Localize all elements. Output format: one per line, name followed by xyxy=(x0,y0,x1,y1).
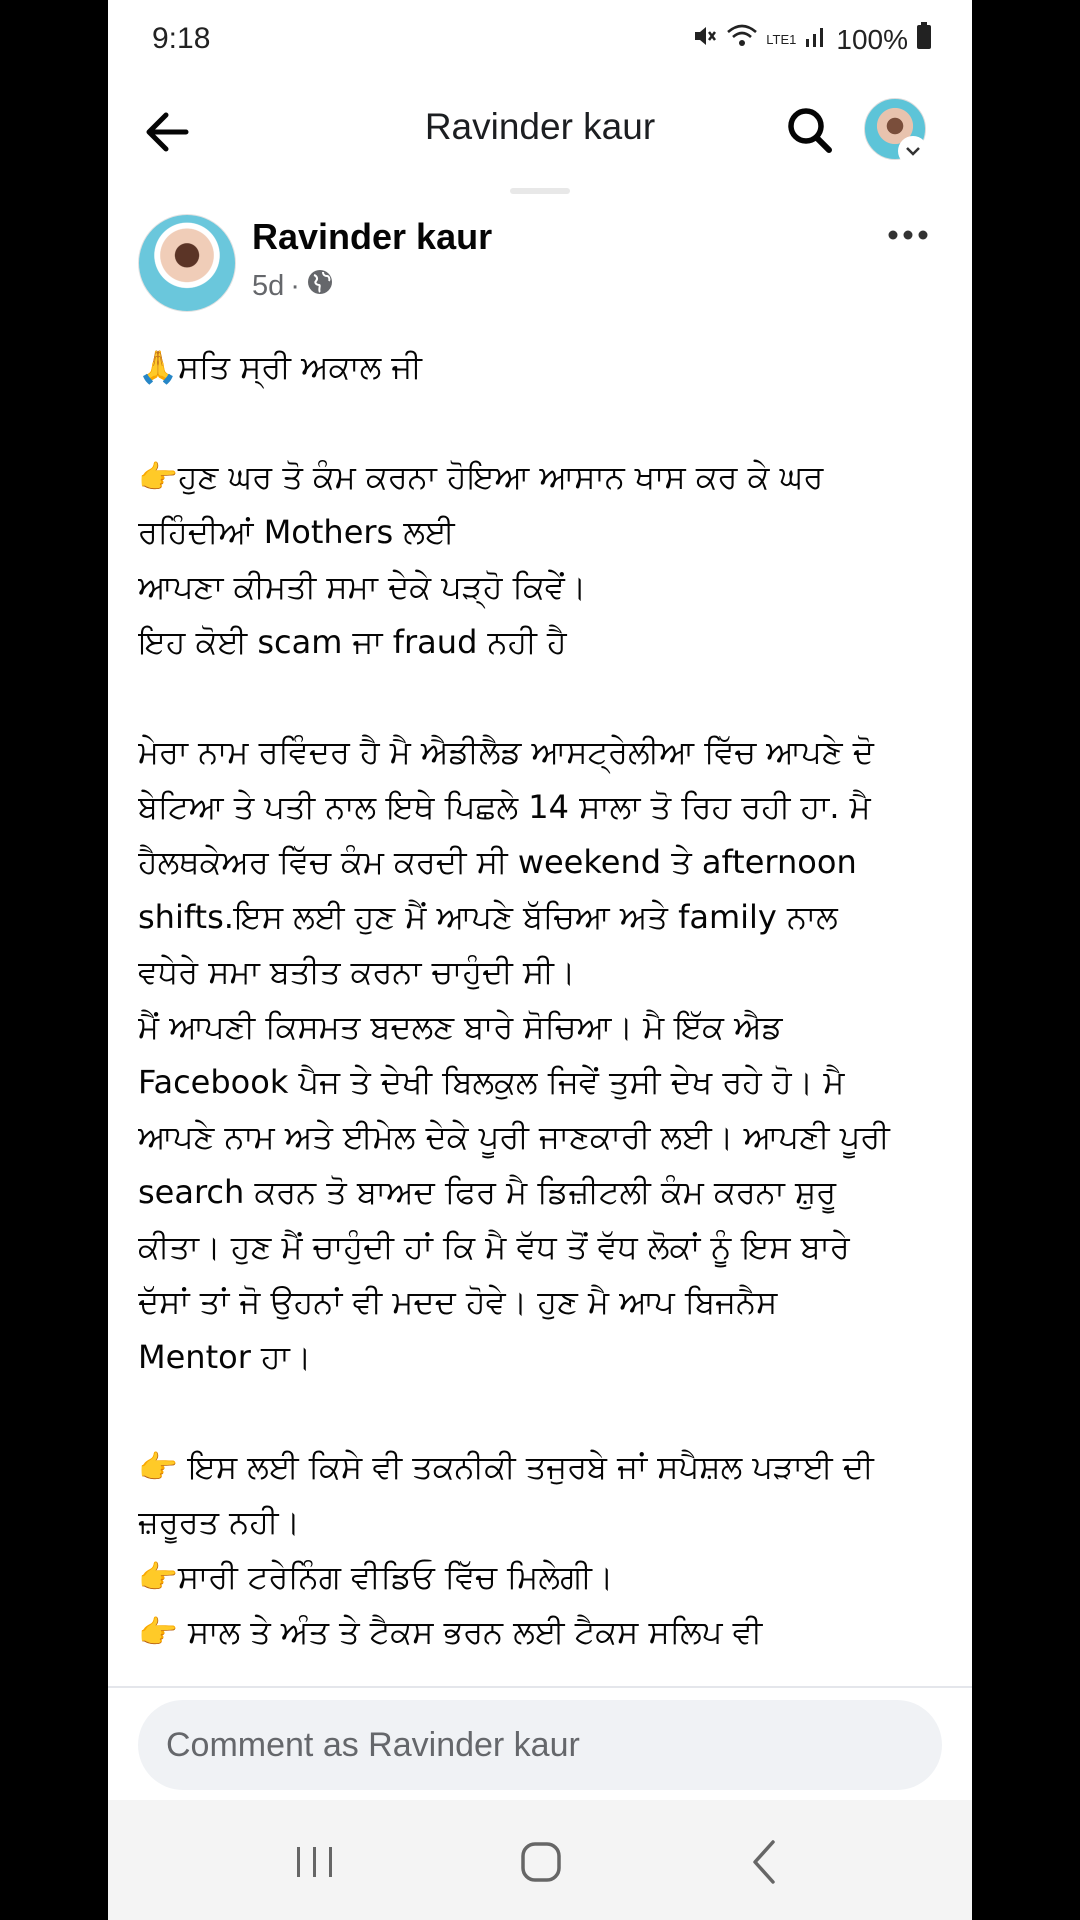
search-icon[interactable] xyxy=(782,100,838,160)
post-line: ਬੇਟਿਆ ਤੇ ਪਤੀ ਨਾਲ ਇਥੇ ਪਿਛਲੇ 14 ਸਾਲਾ ਤੋ ਰਿ… xyxy=(138,788,871,826)
post-line: shifts.ਇਸ ਲਈ ਹੁਣ ਮੈਂ ਆਪਣੇ ਬੱਚਿਆ ਅਤੇ fami… xyxy=(138,898,838,936)
post-line: 🙏ਸਤਿ ਸ੍ਰੀ ਅਕਾਲ ਜੀ xyxy=(138,348,422,386)
lte-label: LTE1 xyxy=(766,32,797,47)
chevron-down-icon[interactable] xyxy=(898,136,928,166)
post-line: ਮੈਂ ਆਪਣੀ ਕਿਸਮਤ ਬਦਲਣ ਬਾਰੇ ਸੋਚਿਆ। ਮੈ ਇੱਕ ਐ… xyxy=(138,1008,783,1046)
post-text: 🙏ਸਤਿ ਸ੍ਰੀ ਅਕਾਲ ਜੀ 👉ਹੁਣ ਘਰ ਤੋ ਕੰਮ ਕਰਨਾ ਹੋਇ… xyxy=(138,340,958,1685)
post-line: 👉ਸਾਰੀ ਟਰੇਨਿੰਗ ਵੀਡਿਓ ਵਿੱਚ ਮਿਲੇਗੀ। xyxy=(138,1558,614,1596)
post-line: ਮੇਰਾ ਨਾਮ ਰਵਿੰਦਰ ਹੈ ਮੈ ਐਡੀਲੈਡ ਆਸਟ੍ਰੇਲੀਆ ਵ… xyxy=(138,733,874,771)
divider xyxy=(108,1686,972,1688)
post-line: ਇਹ ਕੋਈ scam ਜਾ fraud ਨਹੀ ਹੈ xyxy=(138,623,567,661)
post-line: ਰਹਿੰਦੀਆਂ Mothers ਲਈ xyxy=(138,513,455,551)
post-line: 👉ਹੁਣ ਘਰ ਤੋ ਕੰਮ ਕਰਨਾ ਹੋਇਆ ਆਸਾਨ ਖਾਸ ਕਰ ਕੇ … xyxy=(138,458,824,496)
post-line: 👉 ਸਾਲ ਤੇ ਅੰਤ ਤੇ ਟੈਕਸ ਭਰਨ ਲਈ ਟੈਕਸ ਸਲਿਪ ਵੀ xyxy=(138,1613,763,1651)
page-title: Ravinder kaur xyxy=(424,106,656,147)
globe-icon xyxy=(306,268,334,304)
post-line: ਆਪਣਾ ਕੀਮਤੀ ਸਮਾ ਦੇਕੇ ਪੜ੍ਹੋ ਕਿਵੇਂ। xyxy=(138,568,587,606)
recent-apps-icon[interactable] xyxy=(280,1826,350,1896)
post-line: Facebook ਪੈਜ ਤੇ ਦੇਖੀ ਬਿਲਕੁਲ ਜਿਵੇਂ ਤੁਸੀ ਦ… xyxy=(138,1063,845,1101)
meta-separator: · xyxy=(290,269,300,302)
post-line: ਜ਼ਰੂਰਤ ਨਹੀ। xyxy=(138,1503,301,1541)
author-name[interactable]: Ravinder kaur xyxy=(252,216,492,258)
signal-icon xyxy=(804,23,828,56)
post-line: search ਕਰਨ ਤੋ ਬਾਅਦ ਫਿਰ ਮੈ ਡਿਜ਼ੀਟਲੀ ਕੰਮ ਕ… xyxy=(138,1173,837,1211)
comment-input[interactable] xyxy=(138,1700,942,1790)
more-options-icon[interactable] xyxy=(886,210,930,255)
post-line: 👉 ਇਸ ਲਈ ਕਿਸੇ ਵੀ ਤਕਨੀਕੀ ਤਜੁਰਬੇ ਜਾਂ ਸਪੈਸ਼ਲ… xyxy=(138,1448,874,1486)
wifi-icon xyxy=(726,23,758,56)
battery-icon xyxy=(916,22,932,57)
author-avatar[interactable] xyxy=(138,214,236,312)
post-header: Ravinder kaur 5d · xyxy=(108,210,972,320)
back-nav-icon[interactable] xyxy=(730,1826,800,1896)
mute-icon xyxy=(692,23,718,56)
phone-screen: 9:18 LTE1 100% Ravinder kaur Ravinder ka… xyxy=(108,0,972,1920)
post-line: Mentor ਹਾ। xyxy=(138,1338,312,1376)
home-icon[interactable] xyxy=(506,1826,576,1896)
battery-text: 100% xyxy=(836,23,908,55)
scroll-handle xyxy=(510,188,570,194)
post-time[interactable]: 5d xyxy=(252,270,284,303)
post-meta: 5d · xyxy=(252,268,334,304)
system-nav-bar xyxy=(108,1800,972,1920)
post-line: ਹੈਲਥਕੇਅਰ ਵਿੱਚ ਕੰਮ ਕਰਦੀ ਸੀ weekend ਤੇ aft… xyxy=(138,843,857,881)
post-line: ਵਧੇਰੇ ਸਮਾ ਬਤੀਤ ਕਰਨਾ ਚਾਹੁੰਦੀ ਸੀ। xyxy=(138,953,576,991)
status-bar: 9:18 LTE1 100% xyxy=(108,0,972,84)
post-line: ਕੀਤਾ। ਹੁਣ ਮੈਂ ਚਾਹੁੰਦੀ ਹਾਂ ਕਿ ਮੈ ਵੱਧ ਤੋਂ … xyxy=(138,1228,850,1266)
status-icons: LTE1 100% xyxy=(692,22,932,57)
comment-bar[interactable] xyxy=(138,1700,942,1790)
post-line: ਆਪਣੇ ਨਾਮ ਅਤੇ ਈਮੇਲ ਦੇਕੇ ਪੂਰੀ ਜਾਣਕਾਰੀ ਲਈ। … xyxy=(138,1118,890,1156)
app-header: Ravinder kaur xyxy=(108,84,972,194)
status-time: 9:18 xyxy=(152,22,211,55)
post-line: ਦੱਸਾਂ ਤਾਂ ਜੋ ਉਹਨਾਂ ਵੀ ਮਦਦ ਹੋਵੇ। ਹੁਣ ਮੈ ਆ… xyxy=(138,1283,778,1321)
